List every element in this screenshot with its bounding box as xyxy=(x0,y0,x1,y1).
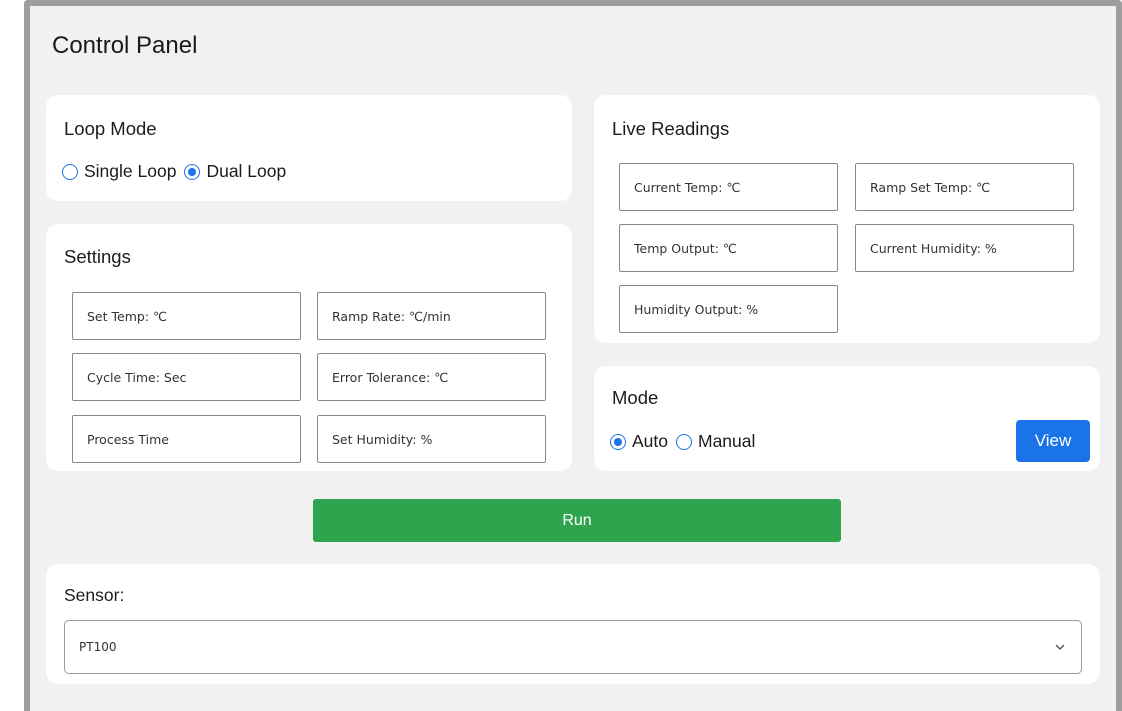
run-button[interactable]: Run xyxy=(313,499,841,542)
cycle-time-input[interactable]: Cycle Time: Sec xyxy=(72,353,301,401)
radio-manual[interactable]: Manual xyxy=(676,431,755,452)
humidity-output-reading: Humidity Output: % xyxy=(619,285,838,333)
sensor-select-value: PT100 xyxy=(79,640,117,654)
sensor-select[interactable]: PT100 xyxy=(64,620,1082,674)
loop-mode-title: Loop Mode xyxy=(64,118,157,139)
set-humidity-input[interactable]: Set Humidity: % xyxy=(317,415,546,463)
radio-single-loop[interactable]: Single Loop xyxy=(62,161,176,182)
radio-auto[interactable]: Auto xyxy=(610,431,668,452)
current-temp-reading: Current Temp: ℃ xyxy=(619,163,838,211)
ramp-set-temp-reading: Ramp Set Temp: ℃ xyxy=(855,163,1074,211)
page-title: Control Panel xyxy=(52,32,198,59)
radio-dual-loop[interactable]: Dual Loop xyxy=(184,161,286,182)
loop-mode-options: Single Loop Dual Loop xyxy=(62,161,294,182)
set-temp-input[interactable]: Set Temp: ℃ xyxy=(72,292,301,340)
radio-single-loop-label: Single Loop xyxy=(84,161,177,181)
radio-manual-label: Manual xyxy=(698,431,756,451)
chevron-down-icon xyxy=(1053,640,1067,657)
radio-dual-loop-label: Dual Loop xyxy=(206,161,287,181)
temp-output-reading: Temp Output: ℃ xyxy=(619,224,838,272)
current-humidity-reading: Current Humidity: % xyxy=(855,224,1074,272)
radio-dual-loop-circle[interactable] xyxy=(184,163,201,180)
radio-single-loop-circle[interactable] xyxy=(62,163,78,180)
ramp-rate-input[interactable]: Ramp Rate: ℃/min xyxy=(317,292,546,340)
loop-mode-card: Loop Mode Single Loop Dual Loop xyxy=(46,95,572,201)
settings-title: Settings xyxy=(64,246,131,267)
view-button[interactable]: View xyxy=(1016,420,1090,462)
radio-manual-circle[interactable] xyxy=(676,433,692,450)
live-readings-title: Live Readings xyxy=(612,118,730,139)
radio-auto-label: Auto xyxy=(632,431,668,451)
error-tolerance-input[interactable]: Error Tolerance: ℃ xyxy=(317,353,546,401)
sensor-label: Sensor: xyxy=(64,585,125,605)
radio-auto-circle[interactable] xyxy=(610,433,626,450)
process-time-input[interactable]: Process Time xyxy=(72,415,301,463)
mode-options: Auto Manual xyxy=(610,431,763,452)
mode-title: Mode xyxy=(612,387,659,408)
